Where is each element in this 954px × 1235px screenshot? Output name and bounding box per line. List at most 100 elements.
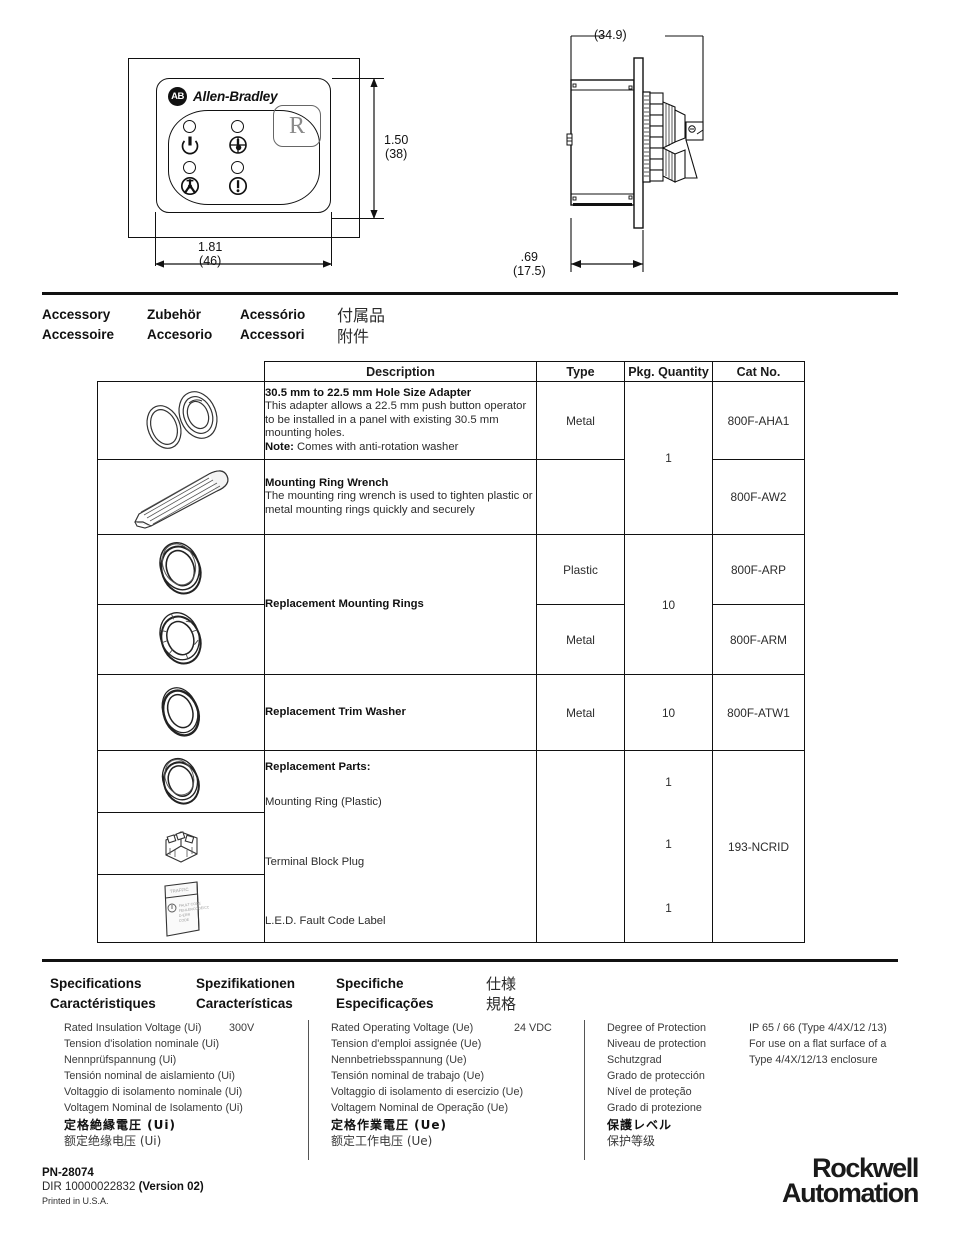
table-row: Replacement Parts: Mounting Ring (Plasti… xyxy=(97,750,805,943)
dir-prefix: DIR 10000022832 xyxy=(42,1181,139,1193)
flange-dim-inches: .69 xyxy=(520,250,539,264)
replacement-part-label-fault-code: L.E.D. Fault Code Label xyxy=(265,915,386,928)
accessory-section-heading: Accessory Accessoire Zubehör Accesorio A… xyxy=(42,305,922,347)
plastic-mounting-ring-image-cell xyxy=(97,534,265,605)
spec-line-ja: 定格絶縁電圧 (Ui) xyxy=(64,1117,177,1132)
plastic-ring-cat: 800F-ARP xyxy=(712,534,805,605)
mounting-ring-wrench-description: Mounting Ring Wrench The mounting ring w… xyxy=(264,459,537,535)
trim-washer-type: Metal xyxy=(536,674,625,751)
spec-heading-cjk: 仕様 規格 xyxy=(486,974,516,1014)
metal-ring-cat: 800F-ARM xyxy=(712,604,805,675)
power-standby-icon xyxy=(179,134,201,156)
spec-label-zh: 規格 xyxy=(486,995,517,1013)
table-row: Replacement Mounting Rings Plastic 10 80… xyxy=(97,534,805,675)
spec-section-divider-rule xyxy=(42,959,898,963)
accessory-heading-en-fr: Accessory Accessoire xyxy=(42,305,147,347)
accessory-label-de: Zubehör xyxy=(147,307,201,322)
mounting-ring-wrench-image-cell xyxy=(97,459,265,535)
rockwell-automation-logo: Rockwell Automation xyxy=(782,1155,919,1208)
width-dim-mm: (46) xyxy=(199,254,222,268)
spec-line-ja: 定格作業電圧 (Ue) xyxy=(331,1117,448,1132)
trim-washer-qty: 10 xyxy=(624,674,713,751)
led-indicator-icon xyxy=(231,120,244,133)
spec-line-es: Tensión nominal de trabajo (Ue) xyxy=(331,1070,485,1083)
accessory-table: Description Type Pkg. Quantity Cat No. 3… xyxy=(97,361,805,943)
replacement-part-label-terminal-block: Terminal Block Plug xyxy=(265,855,365,868)
overload-gauge-icon xyxy=(227,134,249,156)
accessory-heading-de-es: Zubehör Accesorio xyxy=(147,305,240,347)
accessory-label-es: Accesorio xyxy=(147,326,213,342)
dir-version: (Version 02) xyxy=(138,1181,204,1193)
spec-value-surface-note-1: For use on a flat surface of a xyxy=(749,1038,887,1051)
flange-dim-mm: (17.5) xyxy=(513,264,546,278)
metal-mounting-ring-icon xyxy=(159,611,202,664)
row-title: Replacement Mounting Rings xyxy=(265,597,424,610)
accessory-label-ja: 付属品 xyxy=(337,306,386,325)
metal-ring-type: Metal xyxy=(536,604,625,675)
qty-group-ten: 10 xyxy=(624,534,713,675)
ab-badge-icon: AB xyxy=(168,87,187,106)
led-group-power xyxy=(181,120,201,156)
mounting-ring-plastic-icon xyxy=(161,757,200,805)
hole-size-adapter-cat: 800F-AHA1 xyxy=(712,381,805,460)
width-dimension-label: 1.81 (46) xyxy=(198,240,222,268)
spec-column-operating-voltage: Rated Operating Voltage (Ue) Tension d'e… xyxy=(308,1020,584,1160)
row-note-label: Note: xyxy=(265,440,294,453)
height-dim-mm: (38) xyxy=(385,147,408,161)
spec-value-insulation-voltage: 300V xyxy=(229,1022,255,1034)
logo-line-automation: Automation xyxy=(782,1178,919,1208)
spec-line-zh: 保护等级 xyxy=(607,1133,656,1148)
spec-line-zh: 额定工作电压 (Ue) xyxy=(331,1133,433,1148)
row-title: 30.5 mm to 22.5 mm Hole Size Adapter xyxy=(265,386,472,399)
led-fault-code-label-icon: TRAFFIC FAULT CODE FEHLERCODE/CODE D-ERR… xyxy=(164,880,209,937)
spec-line-it: Grado di protezione xyxy=(607,1102,702,1115)
spec-line-es: Tensión nominal de aislamiento (Ui) xyxy=(64,1070,236,1083)
spec-line-fr: Tension d'emploi assignée (Ue) xyxy=(331,1038,482,1051)
front-view-drawing: AB Allen-Bradley R xyxy=(128,58,360,238)
hole-size-adapter-type: Metal xyxy=(536,381,625,460)
led-indicator-icon xyxy=(231,161,244,174)
mounting-ring-wrench-type xyxy=(536,459,625,535)
allen-bradley-logo: AB Allen-Bradley xyxy=(168,87,278,106)
led-group-network xyxy=(180,161,201,197)
spec-line-en: Rated Insulation Voltage (Ui) xyxy=(64,1022,202,1034)
spec-line-it: Voltaggio di isolamento nominale (Ui) xyxy=(64,1086,243,1099)
spec-label-pt: Especificações xyxy=(336,995,434,1011)
spec-column-degree-of-protection: Degree of Protection Niveau de protectio… xyxy=(584,1020,914,1160)
replacement-part-qty-terminal-block: 1 xyxy=(624,812,713,875)
spec-heading-en-fr: Specifications Caractéristiques xyxy=(50,974,196,1014)
accessory-label-fr: Accessoire xyxy=(42,326,115,342)
trim-washer-image-cell xyxy=(97,674,265,751)
led-indicator-icon xyxy=(183,161,196,174)
specifications-body: Rated Insulation Voltage (Ui) Tension d'… xyxy=(42,1020,922,1160)
mounting-ring-wrench-cat: 800F-AW2 xyxy=(712,459,805,535)
row-body: This adapter allows a 22.5 mm push butto… xyxy=(265,400,527,440)
replacement-parts-description: Replacement Parts: Mounting Ring (Plasti… xyxy=(264,750,537,943)
spec-value-surface-note-2: Type 4/4X/12/13 enclosure xyxy=(749,1054,878,1067)
replacement-mounting-rings-description: Replacement Mounting Rings xyxy=(264,534,537,675)
spec-line-de: Nennbetriebsspannung (Ue) xyxy=(331,1054,467,1067)
row-body: The mounting ring wrench is used to tigh… xyxy=(265,490,533,516)
accessory-heading-cjk: 付属品 附件 xyxy=(337,305,385,347)
spec-line-it: Voltaggio di isolamento di esercizio (Ue… xyxy=(331,1086,524,1099)
dir-number: DIR 10000022832 (Version 02) xyxy=(42,1180,204,1195)
table-header-row: Description Type Pkg. Quantity Cat No. xyxy=(97,361,805,382)
row-note-text: Comes with anti-rotation washer xyxy=(293,440,459,453)
operator-bezel: AB Allen-Bradley R xyxy=(156,78,331,213)
accessory-label-it: Accessori xyxy=(240,326,305,342)
horizontal-dimension-arrow xyxy=(155,260,332,268)
spec-label-fr: Caractéristiques xyxy=(50,995,156,1011)
part-number: PN-28074 xyxy=(42,1167,94,1179)
spec-label-en: Specifications xyxy=(50,976,142,991)
spec-value-ip-rating: IP 65 / 66 (Type 4/4X/12 /13) xyxy=(749,1022,887,1034)
header-cat-no: Cat No. xyxy=(712,361,805,382)
led-indicator-icon xyxy=(183,120,196,133)
table-row: Replacement Trim Washer Metal 10 800F-AT… xyxy=(97,674,805,751)
spec-line-fr: Tension d'isolation nominale (Ui) xyxy=(64,1038,220,1051)
section-divider-rule xyxy=(42,292,898,296)
spec-label-ja: 仕様 xyxy=(486,975,517,993)
fault-exclamation-icon xyxy=(227,175,249,197)
reset-key-button[interactable]: R xyxy=(273,105,321,147)
header-type: Type xyxy=(536,361,625,382)
spec-line-zh: 额定绝缘电压 (Ui) xyxy=(64,1133,162,1148)
